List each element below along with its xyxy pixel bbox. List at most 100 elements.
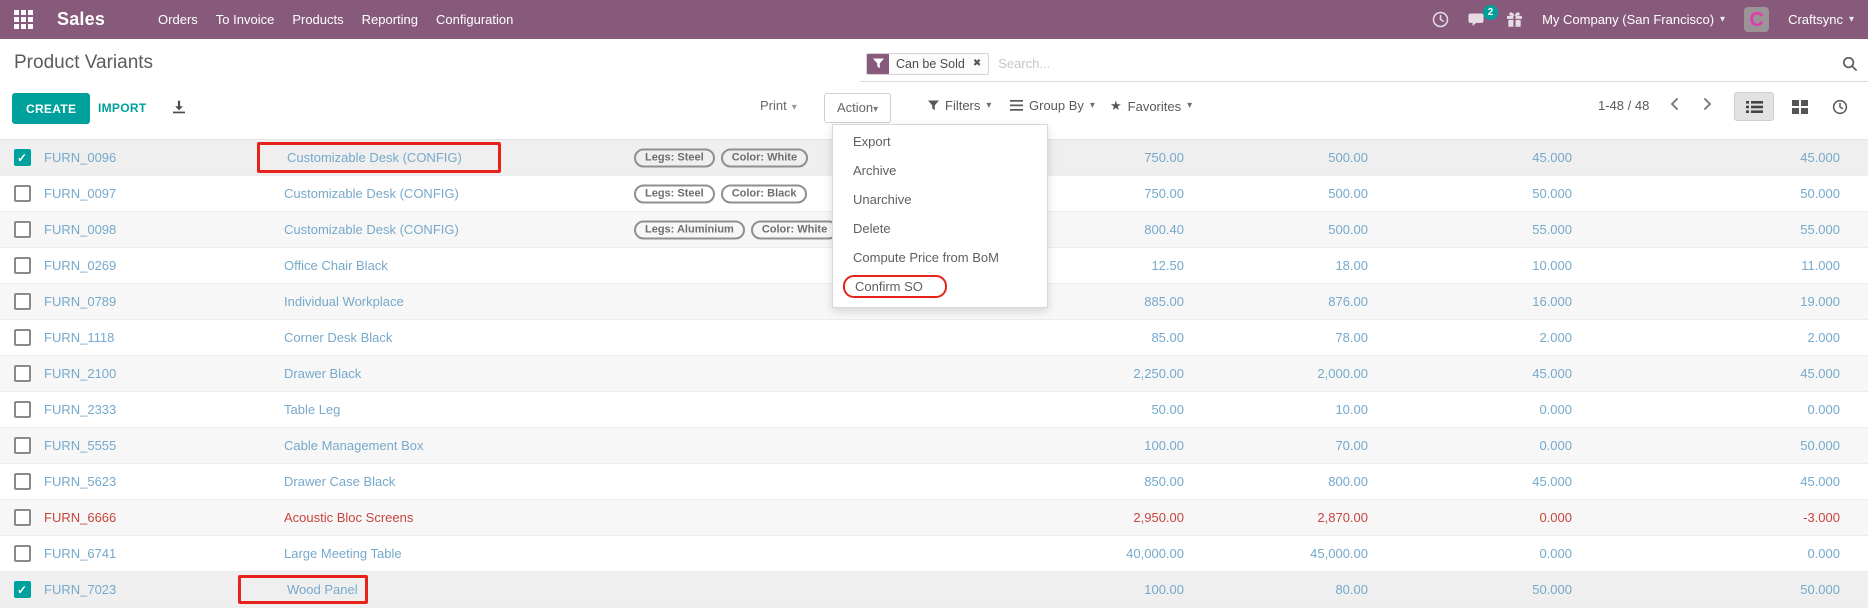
row-select-cell [0,401,44,418]
page-title: Product Variants [14,52,153,74]
remove-filter-icon[interactable]: ✖ [972,54,988,74]
row-checkbox[interactable] [14,473,31,490]
table-row[interactable]: FURN_7023Wood Panel100.0080.0050.00050.0… [0,572,1868,608]
menu-item-export[interactable]: Export [833,127,1047,156]
sales-price-cell: 12.50 [1034,258,1184,273]
avatar[interactable]: C [1744,7,1769,32]
chevron-down-icon: ▾ [873,104,878,115]
pager-next-button[interactable] [1703,97,1712,114]
cost-cell: 18.00 [1184,258,1368,273]
row-select-cell [0,545,44,562]
quantity-on-hand-cell: 45.000 [1368,150,1572,165]
product-name: Office Chair Black [284,258,388,273]
row-checkbox[interactable] [14,185,31,202]
company-switcher[interactable]: My Company (San Francisco) ▾ [1542,12,1725,27]
row-select-cell [0,221,44,238]
product-variants-page: Sales Orders To Invoice Products Reporti… [0,0,1868,611]
activity-view-icon[interactable] [1820,92,1860,121]
sales-price-cell: 750.00 [1034,186,1184,201]
nav-menu: Orders To Invoice Products Reporting Con… [149,0,522,39]
table-row[interactable]: FURN_5623Drawer Case Black850.00800.0045… [0,464,1868,500]
quantity-on-hand-cell: 45.000 [1368,366,1572,381]
menu-item-unarchive[interactable]: Unarchive [833,185,1047,214]
variant-badge: Legs: Steel [634,184,715,203]
product-name-cell: Acoustic Bloc Screens [284,510,1034,525]
cost-cell: 78.00 [1184,330,1368,345]
kanban-view-icon[interactable] [1780,92,1820,121]
apps-grid-icon[interactable] [14,10,33,29]
row-checkbox[interactable] [14,365,31,382]
sales-price-cell: 100.00 [1034,438,1184,453]
product-reference: FURN_1118 [44,330,284,345]
row-checkbox[interactable] [14,401,31,418]
product-reference: FURN_0097 [44,186,284,201]
sales-price-cell: 2,950.00 [1034,510,1184,525]
sales-price-cell: 800.40 [1034,222,1184,237]
chevron-down-icon: ▾ [792,102,797,113]
menu-item-confirm-so[interactable]: Confirm SO [833,272,1047,301]
menu-item-delete[interactable]: Delete [833,214,1047,243]
row-checkbox[interactable] [14,293,31,310]
message-count-badge: 2 [1483,5,1498,20]
favorites-button[interactable]: ★ Favorites▾ [1110,98,1192,114]
forecasted-quantity-cell: 11.000 [1572,258,1840,273]
menu-item-archive[interactable]: Archive [833,156,1047,185]
product-name-cell: Drawer Case Black [284,474,1034,489]
row-checkbox[interactable] [14,509,31,526]
download-icon[interactable] [172,100,186,117]
forecasted-quantity-cell: -3.000 [1572,510,1840,525]
filter-funnel-icon [867,54,889,74]
import-button[interactable]: IMPORT [98,93,146,124]
variant-badge: Color: White [751,220,838,239]
app-name[interactable]: Sales [57,9,105,30]
table-row[interactable]: FURN_2100Drawer Black2,250.002,000.0045.… [0,356,1868,392]
create-button[interactable]: CREATE [12,93,90,124]
row-checkbox[interactable] [14,581,31,598]
nav-configuration[interactable]: Configuration [427,0,522,39]
row-checkbox[interactable] [14,545,31,562]
row-checkbox[interactable] [14,221,31,238]
row-checkbox[interactable] [14,329,31,346]
nav-reporting[interactable]: Reporting [353,0,427,39]
cost-cell: 10.00 [1184,402,1368,417]
messages-icon[interactable]: 2 [1468,12,1487,28]
gift-icon[interactable] [1506,11,1523,28]
pager-previous-button[interactable] [1670,97,1679,114]
table-row[interactable]: FURN_6741Large Meeting Table40,000.0045,… [0,536,1868,572]
row-checkbox[interactable] [14,437,31,454]
row-checkbox[interactable] [14,257,31,274]
chevron-down-icon: ▾ [1720,15,1725,25]
row-checkbox[interactable] [14,149,31,166]
product-name: Drawer Black [284,366,361,381]
table-row[interactable]: FURN_5555Cable Management Box100.0070.00… [0,428,1868,464]
table-row[interactable]: FURN_6666Acoustic Bloc Screens2,950.002,… [0,500,1868,536]
nav-products[interactable]: Products [283,0,352,39]
product-reference: FURN_0789 [44,294,284,309]
product-name: Individual Workplace [284,294,404,309]
nav-to-invoice[interactable]: To Invoice [207,0,284,39]
product-name: Drawer Case Black [284,474,395,489]
quantity-on-hand-cell: 0.000 [1368,546,1572,561]
print-dropdown[interactable]: Print▾ [760,98,797,113]
action-dropdown-button[interactable]: Action▾ [824,93,891,123]
menu-item-compute-price-from-bom[interactable]: Compute Price from BoM [833,243,1047,272]
product-reference: FURN_5555 [44,438,284,453]
variant-badge: Legs: Steel [634,148,715,167]
product-name-cell: Cable Management Box [284,438,1034,453]
nav-orders[interactable]: Orders [149,0,207,39]
list-view-icon[interactable] [1734,92,1774,121]
chevron-down-icon: ▾ [986,101,991,111]
search-bar[interactable]: Can be Sold ✖ Search... [860,46,1868,82]
product-reference: FURN_5623 [44,474,284,489]
table-row[interactable]: FURN_1118Corner Desk Black85.0078.002.00… [0,320,1868,356]
group-by-button[interactable]: Group By▾ [1010,98,1095,113]
table-row[interactable]: FURN_2333Table Leg50.0010.000.0000.000 [0,392,1868,428]
variant-badge: Color: White [721,148,808,167]
search-placeholder: Search... [998,56,1050,71]
user-menu[interactable]: Craftsync ▾ [1788,12,1854,27]
filters-button[interactable]: Filters▾ [928,98,991,113]
search-icon[interactable] [1842,56,1858,72]
cost-cell: 500.00 [1184,150,1368,165]
cost-cell: 2,870.00 [1184,510,1368,525]
activity-clock-icon[interactable] [1432,11,1449,28]
